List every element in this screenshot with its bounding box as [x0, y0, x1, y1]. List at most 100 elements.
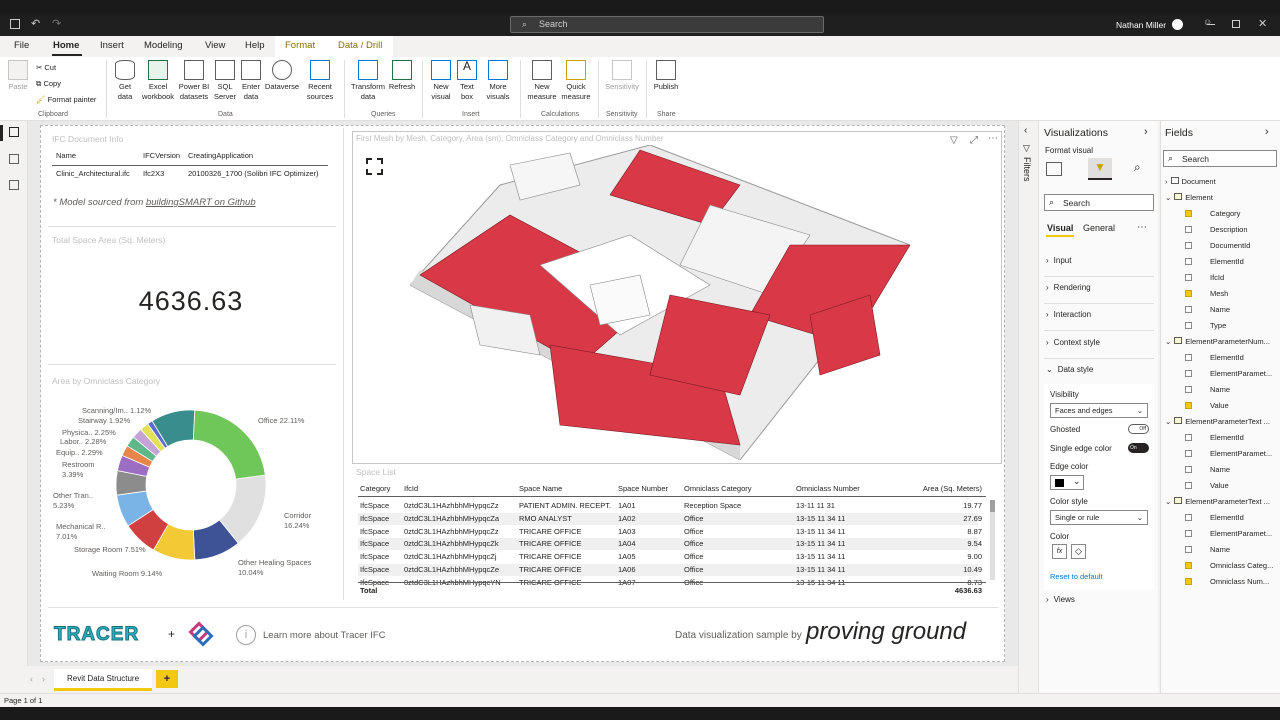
field-label[interactable]: Name [1210, 465, 1230, 474]
data-view-icon[interactable] [9, 154, 19, 164]
minimize-button[interactable] [1207, 24, 1215, 25]
tab-visual[interactable]: Visual [1047, 223, 1073, 233]
tab-format[interactable]: Format [285, 40, 315, 51]
field-checkbox[interactable] [1185, 210, 1192, 217]
learn-more-link[interactable]: Learn more about Tracer IFC [263, 630, 386, 641]
page-tab-revit-data-structure[interactable]: Revit Data Structure [54, 669, 152, 691]
get-data-button[interactable]: Get data [112, 60, 138, 102]
single-edge-toggle[interactable]: On [1128, 443, 1149, 453]
collapse-fields-icon[interactable]: › [1265, 126, 1269, 138]
focus-mode-icon[interactable]: ⤢ [970, 135, 978, 146]
copy-button[interactable]: ⧉ Copy [36, 79, 61, 89]
quick-measure-button[interactable]: Quick measure [560, 60, 592, 102]
tab-help[interactable]: Help [245, 40, 265, 51]
field-label[interactable]: DocumentId [1210, 241, 1250, 250]
reset-to-default-link[interactable]: Reset to default [1050, 572, 1103, 581]
field-checkbox[interactable] [1185, 450, 1192, 457]
filters-pane-collapsed[interactable]: ‹ ▽ Filters [1018, 121, 1038, 693]
more-options-icon[interactable]: ⋯ [1137, 222, 1147, 233]
power-bi-datasets-button[interactable]: Power BI datasets [177, 60, 211, 102]
tab-view[interactable]: View [205, 40, 225, 51]
field-label[interactable]: Category [1210, 209, 1240, 218]
next-page-icon[interactable]: › [42, 674, 45, 684]
field-label[interactable]: ElementParamet... [1210, 369, 1272, 378]
format-painter-button[interactable]: 🖌 Format painter [36, 95, 96, 105]
field-label[interactable]: IfcId [1210, 273, 1224, 282]
feedback-icon[interactable]: ☺ [1203, 17, 1212, 27]
tab-data-drill[interactable]: Data / Drill [338, 40, 382, 51]
field-checkbox[interactable] [1185, 306, 1192, 313]
new-measure-button[interactable]: New measure [526, 60, 558, 102]
save-icon[interactable] [10, 19, 20, 29]
redo-icon[interactable]: ↷ [52, 17, 61, 30]
field-checkbox[interactable] [1185, 290, 1192, 297]
field-checkbox[interactable] [1185, 274, 1192, 281]
more-options-icon[interactable]: ⋯ [988, 133, 998, 144]
field-label[interactable]: Value [1210, 401, 1229, 410]
field-checkbox[interactable] [1185, 530, 1192, 537]
report-icon[interactable] [9, 127, 19, 137]
field-table[interactable]: ⌄ ElementParameterText ... [1165, 497, 1270, 506]
buildingsmart-link[interactable]: buildingSMART on Github [146, 197, 256, 208]
tab-file[interactable]: File [14, 40, 29, 51]
prev-page-icon[interactable]: ‹ [30, 674, 33, 684]
tab-modeling[interactable]: Modeling [144, 40, 183, 51]
space-col-header[interactable]: Omniclass Category [684, 484, 752, 493]
field-label[interactable]: Name [1210, 305, 1230, 314]
field-checkbox[interactable] [1185, 482, 1192, 489]
field-checkbox[interactable] [1185, 466, 1192, 473]
field-label[interactable]: ElementId [1210, 257, 1244, 266]
collapse-icon[interactable]: ‹ [1024, 125, 1027, 136]
field-label[interactable]: ElementParamet... [1210, 449, 1272, 458]
avatar[interactable] [1172, 19, 1183, 30]
tab-insert[interactable]: Insert [100, 40, 124, 51]
tab-general[interactable]: General [1083, 223, 1115, 233]
refresh-button[interactable]: Refresh [388, 60, 416, 92]
field-checkbox[interactable] [1185, 562, 1192, 569]
field-label[interactable]: ElementId [1210, 513, 1244, 522]
table-scrollbar[interactable] [990, 500, 995, 580]
expand-icon[interactable] [366, 158, 383, 175]
field-checkbox[interactable] [1185, 386, 1192, 393]
field-checkbox[interactable] [1185, 226, 1192, 233]
more-visuals-button[interactable]: More visuals [481, 60, 515, 102]
space-col-header[interactable]: IfcId [404, 484, 418, 493]
eraser-icon[interactable]: ◇ [1071, 544, 1086, 559]
viz-section-data-style[interactable]: ⌄ Data style [1046, 365, 1093, 374]
ghosted-toggle[interactable]: Off [1128, 424, 1149, 434]
fx-button[interactable]: fx [1052, 544, 1067, 559]
space-col-header[interactable]: Space Name [519, 484, 562, 493]
field-label[interactable]: Omniclass Categ... [1210, 561, 1273, 570]
field-checkbox[interactable] [1185, 242, 1192, 249]
dataverse-button[interactable]: Dataverse [264, 60, 300, 92]
undo-icon[interactable]: ↶ [31, 17, 40, 30]
tab-home[interactable]: Home [53, 40, 79, 51]
model-view-icon[interactable] [9, 180, 19, 190]
viz-search-input[interactable]: ⌕ Search [1044, 194, 1154, 211]
field-table[interactable]: ⌄ ElementParameterText ... [1165, 417, 1270, 426]
sensitivity-button[interactable]: Sensitivity [603, 60, 641, 92]
analytics-icon[interactable]: ⌕ [1134, 160, 1141, 175]
field-checkbox[interactable] [1185, 354, 1192, 361]
edge-color-picker[interactable]: ⌄ [1050, 475, 1084, 490]
field-checkbox[interactable] [1185, 258, 1192, 265]
space-col-header[interactable]: Space Number [618, 484, 668, 493]
fields-search-input[interactable]: ⌕ Search [1163, 150, 1277, 167]
space-col-header[interactable]: Area (Sq. Meters) [918, 484, 982, 493]
viz-section-context-style[interactable]: › Context style [1046, 338, 1100, 347]
new-visual-button[interactable]: New visual [428, 60, 454, 102]
scrollbar-thumb[interactable] [990, 500, 995, 512]
close-icon[interactable]: ✕ [1258, 17, 1267, 30]
viz-section-views[interactable]: › Views [1046, 595, 1075, 604]
viz-section-rendering[interactable]: › Rendering [1046, 283, 1091, 292]
text-box-button[interactable]: A Text box [456, 60, 478, 102]
add-page-button[interactable]: + [156, 670, 178, 688]
collapse-viz-icon[interactable]: › [1144, 126, 1148, 138]
field-label[interactable]: Value [1210, 481, 1229, 490]
field-label[interactable]: ElementParamet... [1210, 529, 1272, 538]
field-table[interactable]: ⌄ ElementParameterNum... [1165, 337, 1270, 346]
publish-button[interactable]: Publish [652, 60, 680, 92]
info-icon[interactable]: i [236, 625, 256, 645]
transform-data-button[interactable]: Transform data [350, 60, 386, 102]
recent-sources-button[interactable]: Recent sources [302, 60, 338, 102]
